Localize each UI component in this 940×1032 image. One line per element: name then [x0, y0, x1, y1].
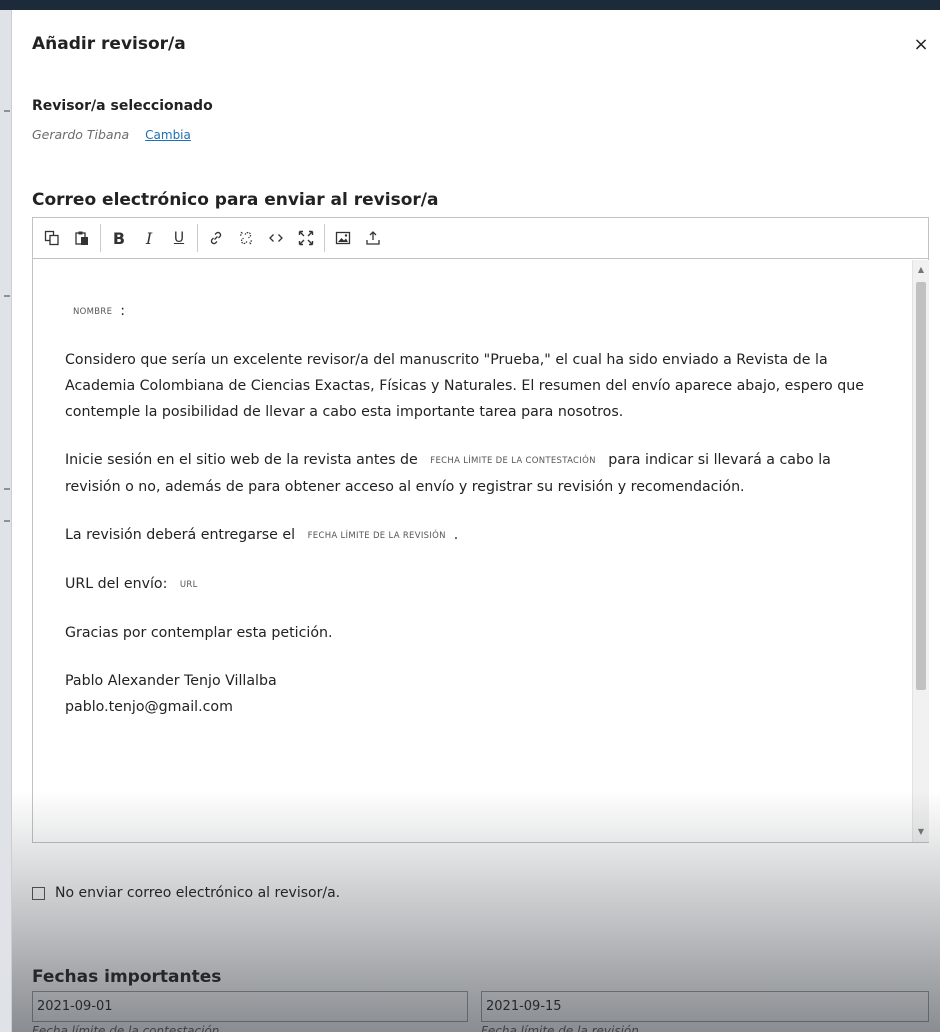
underline-icon[interactable]: U — [164, 223, 194, 253]
email-editor: B I U NOMBRE: Considero que sería un exc… — [32, 217, 929, 843]
body-paragraph-4: URL del envío: URL — [65, 571, 885, 598]
signature: Pablo Alexander Tenjo Villalba pablo.tenj… — [65, 668, 885, 720]
template-var-url: URL — [179, 580, 198, 590]
editor-scrollbar[interactable]: ▲ ▼ — [912, 260, 929, 842]
template-var-response-due: FECHA LÍMITE DE LA CONTESTACIÓN — [430, 456, 596, 466]
page-header-bar — [0, 0, 940, 10]
p3-text-after: . — [453, 527, 459, 543]
image-icon[interactable] — [328, 223, 358, 253]
upload-icon[interactable] — [358, 223, 388, 253]
unlink-icon[interactable] — [231, 223, 261, 253]
close-button[interactable]: × — [912, 36, 930, 54]
scroll-up-arrow-icon[interactable]: ▲ — [913, 262, 929, 278]
add-reviewer-modal: Añadir revisor/a × Revisor/a seleccionad… — [12, 10, 940, 1032]
template-var-name: NOMBRE — [73, 307, 113, 317]
review-due-date-hint: Fecha límite de la revisión — [481, 1024, 639, 1032]
p3-text-before: La revisión deberá entregarse el — [65, 527, 296, 543]
scroll-down-arrow-icon[interactable]: ▼ — [913, 824, 929, 840]
email-section-heading: Correo electrónico para enviar al reviso… — [32, 190, 439, 210]
link-icon[interactable] — [201, 223, 231, 253]
italic-icon[interactable]: I — [134, 223, 164, 253]
greeting-suffix: : — [120, 303, 126, 319]
skip-email-label: No enviar correo electrónico al revisor/… — [55, 885, 341, 901]
editor-toolbar: B I U — [33, 218, 928, 259]
skip-email-checkbox[interactable] — [32, 886, 45, 900]
reviewer-name: Gerardo Tibana — [32, 127, 130, 142]
paste-icon[interactable] — [67, 223, 97, 253]
greeting-line: NOMBRE: — [65, 298, 885, 325]
body-paragraph-3: La revisión deberá entregarse el FECHA L… — [65, 522, 885, 549]
response-due-date-hint: Fecha límite de la contestación — [32, 1024, 220, 1032]
selected-reviewer-label: Revisor/a seleccionado — [32, 98, 213, 114]
p2-text-before: Inicie sesión en el sitio web de la revi… — [65, 452, 418, 468]
change-reviewer-link[interactable]: Cambia — [145, 128, 191, 142]
selected-reviewer-row: Gerardo Tibana Cambia — [32, 127, 191, 142]
code-icon[interactable] — [261, 223, 291, 253]
copy-icon[interactable] — [37, 223, 67, 253]
body-paragraph-5: Gracias por contemplar esta petición. — [65, 625, 333, 641]
template-var-review-due: FECHA LÍMITE DE LA REVISIÓN — [307, 531, 446, 541]
scrollbar-thumb[interactable] — [916, 282, 926, 690]
p4-text-before: URL del envío: — [65, 576, 168, 592]
email-body[interactable]: NOMBRE: Considero que sería un excelente… — [33, 260, 912, 842]
fullscreen-icon[interactable] — [291, 223, 321, 253]
toolbar-separator — [324, 224, 325, 252]
review-due-date-input[interactable] — [481, 991, 929, 1022]
modal-title: Añadir revisor/a — [32, 34, 186, 54]
important-dates-heading: Fechas importantes — [32, 967, 222, 987]
background-page-strip — [0, 10, 12, 1032]
body-paragraph-2: Inicie sesión en el sitio web de la revi… — [65, 447, 885, 500]
toolbar-separator — [100, 224, 101, 252]
skip-email-row: No enviar correo electrónico al revisor/… — [32, 885, 340, 901]
toolbar-separator — [197, 224, 198, 252]
body-paragraph-1: Considero que sería un excelente revisor… — [65, 352, 864, 420]
response-due-date-input[interactable] — [32, 991, 468, 1022]
signature-name: Pablo Alexander Tenjo Villalba — [65, 673, 277, 689]
bold-icon[interactable]: B — [104, 223, 134, 253]
signature-email: pablo.tenjo@gmail.com — [65, 699, 233, 715]
